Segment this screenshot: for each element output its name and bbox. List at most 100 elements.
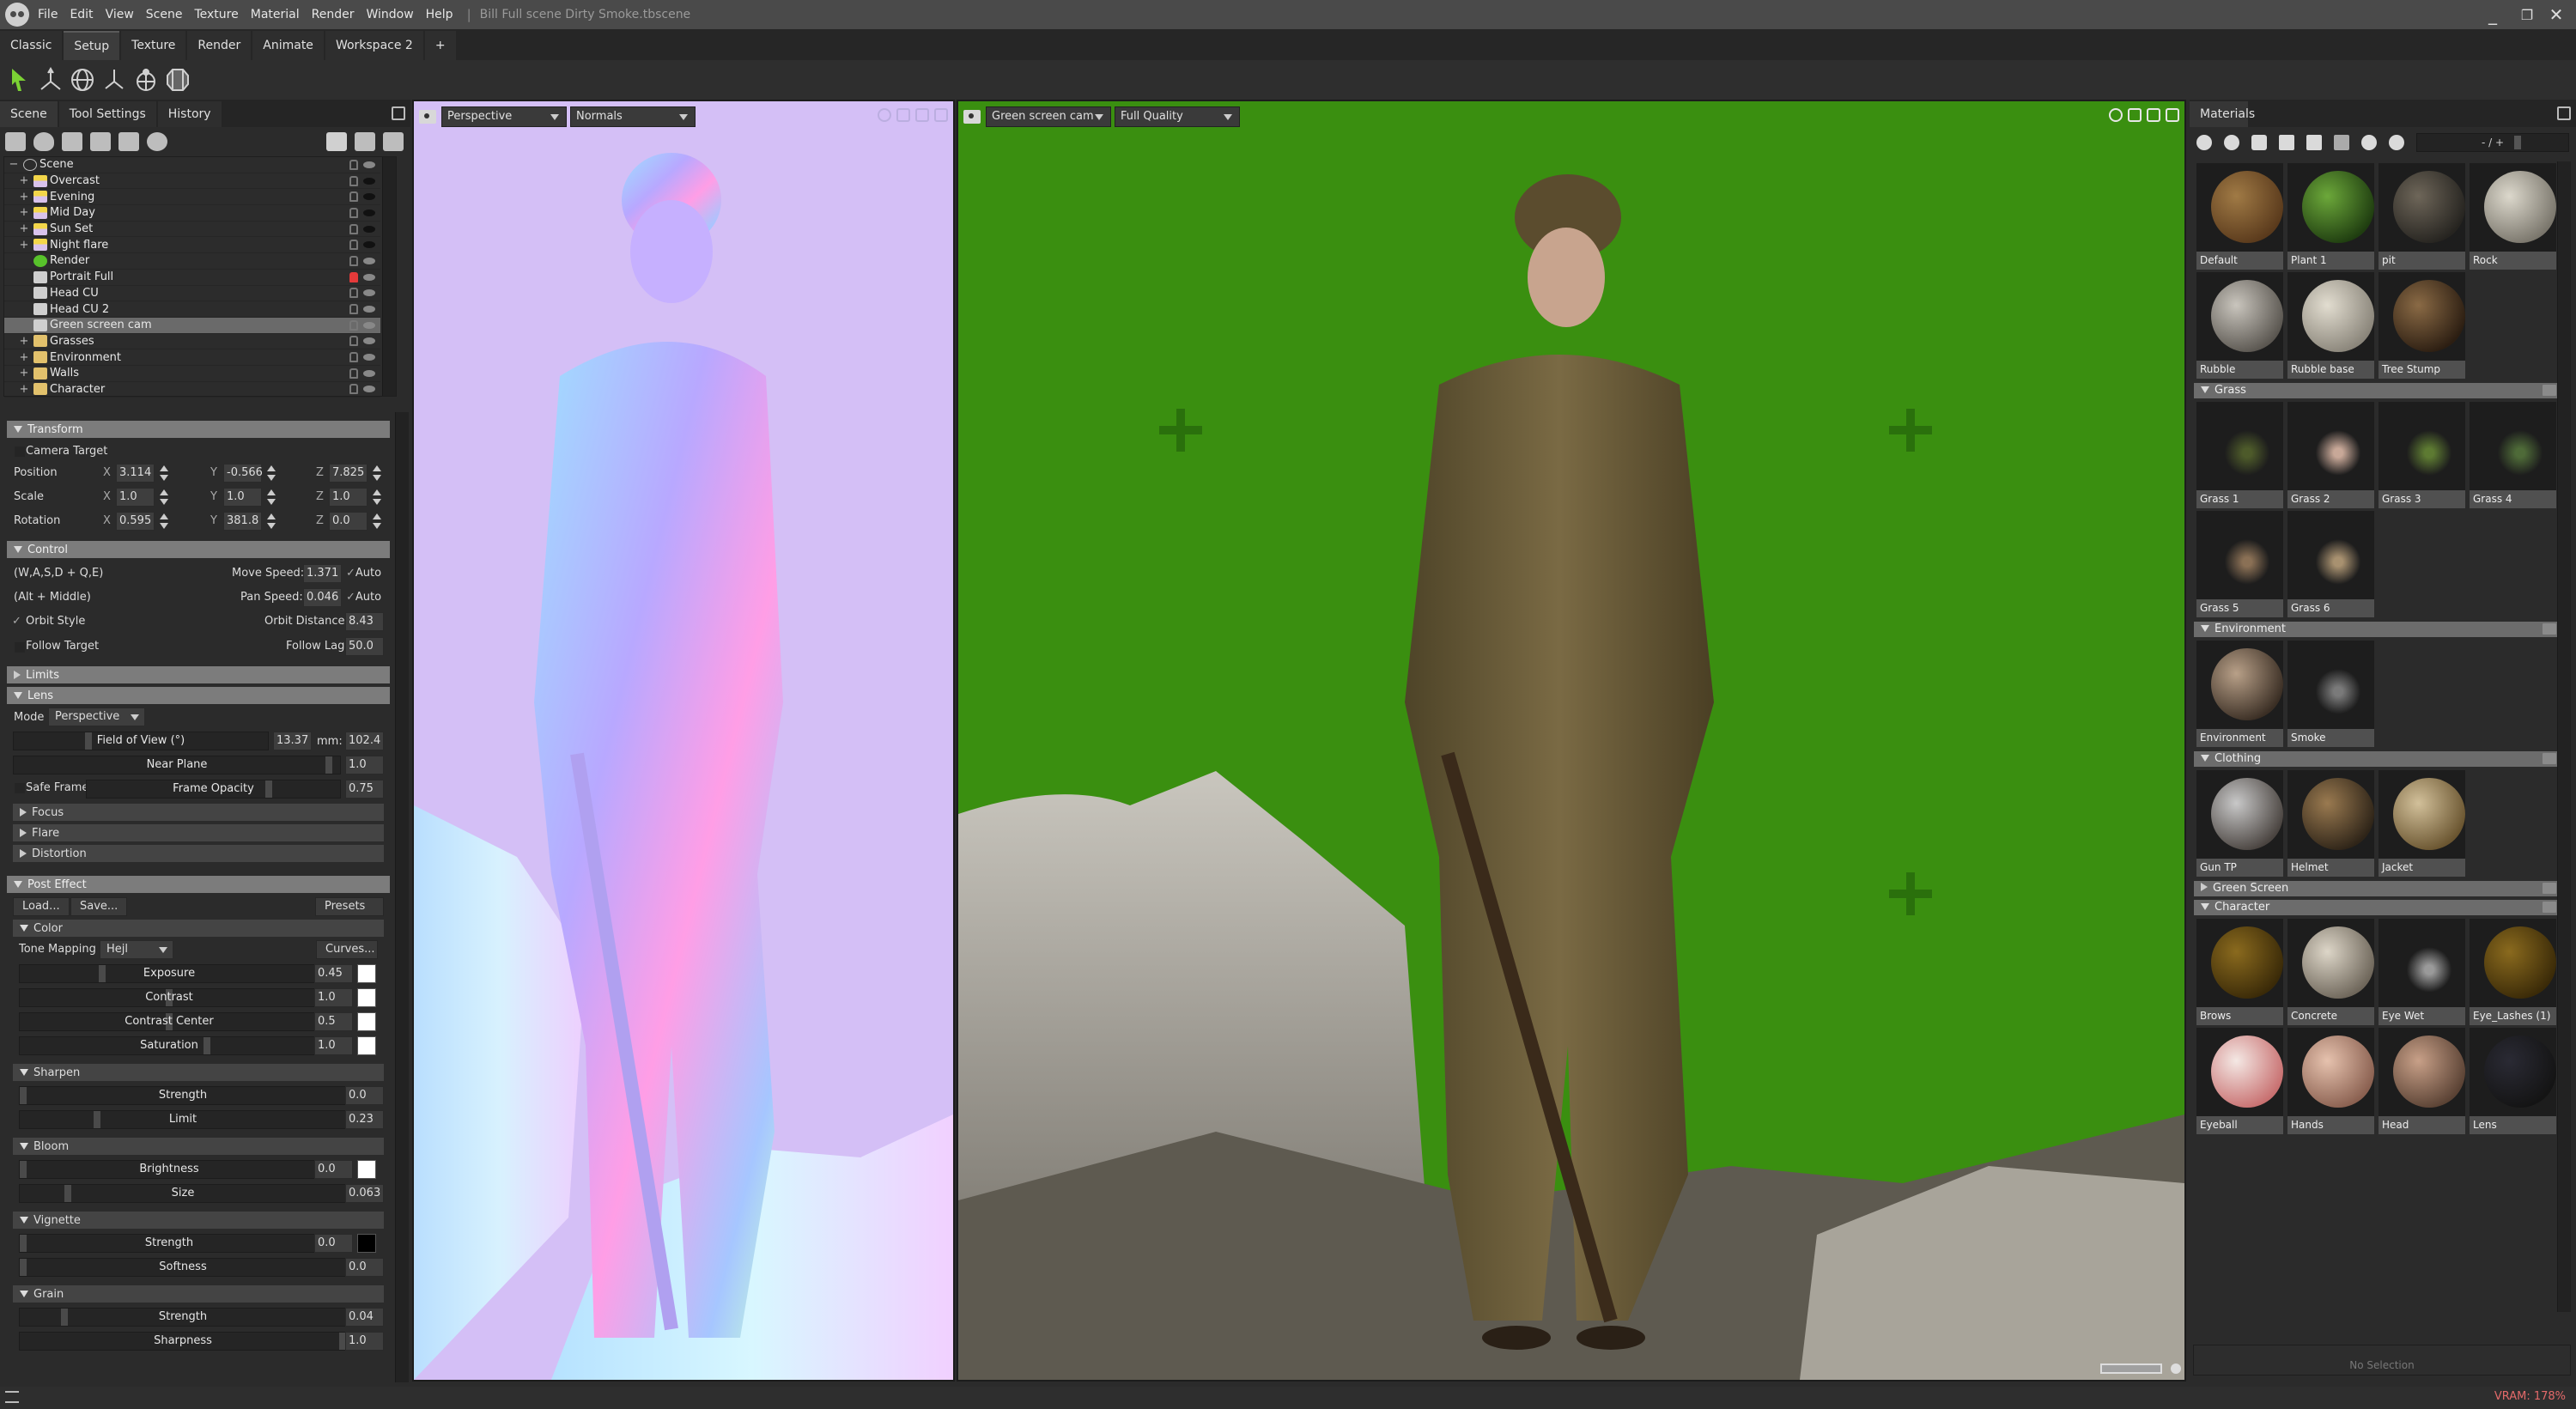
workspace-tab-render[interactable]: Render xyxy=(187,31,252,60)
add-light-icon[interactable] xyxy=(33,132,54,151)
brightness-slider[interactable]: Brightness xyxy=(19,1160,319,1179)
material-group-clothing[interactable]: Clothing xyxy=(2194,751,2560,767)
scene-tree-item[interactable]: + Sun Set xyxy=(4,222,380,238)
folder-icon[interactable] xyxy=(2543,623,2556,635)
tab-scene[interactable]: Scene xyxy=(0,101,58,127)
material-thumbnail[interactable]: Tree Stump xyxy=(2379,272,2465,379)
material-thumbnail[interactable]: Lens xyxy=(2470,1028,2556,1134)
exposure-slider[interactable]: Exposure xyxy=(19,964,319,983)
tab-tool-settings[interactable]: Tool Settings xyxy=(58,101,156,127)
duplicate-material-icon[interactable] xyxy=(2224,135,2239,150)
material-thumbnail[interactable]: Smoke xyxy=(2287,641,2374,747)
folder-icon[interactable] xyxy=(2543,902,2556,913)
rotation-z-spinner[interactable] xyxy=(373,513,381,529)
visible-eye-icon[interactable] xyxy=(363,386,375,393)
visible-eye-icon[interactable] xyxy=(363,289,375,297)
move-speed-auto-checkbox[interactable]: ✓Auto xyxy=(346,567,381,580)
limit-field[interactable]: 0.23 xyxy=(345,1110,384,1129)
color-subsection-header[interactable]: Color xyxy=(13,920,384,937)
curves-button[interactable]: Curves... xyxy=(316,940,378,959)
material-thumbnail[interactable]: Grass 4 xyxy=(2470,402,2556,508)
select-arrow-icon[interactable] xyxy=(5,65,33,94)
material-thumbnail[interactable]: Hands xyxy=(2287,1028,2374,1134)
near-plane-slider[interactable]: Near Plane xyxy=(13,756,341,774)
slider-knob[interactable] xyxy=(20,1235,27,1252)
load-preset-button[interactable]: Load... xyxy=(13,897,70,916)
material-thumbnail[interactable]: Grass 5 xyxy=(2196,511,2283,617)
color-swatch[interactable] xyxy=(357,1234,376,1253)
color-swatch[interactable] xyxy=(357,964,376,983)
scale-y-spinner[interactable] xyxy=(267,489,276,505)
unlocked-icon[interactable] xyxy=(349,191,358,203)
material-thumbnail[interactable]: Jacket xyxy=(2379,770,2465,877)
visible-eye-icon[interactable] xyxy=(363,161,375,168)
saturation-field[interactable]: 1.0 xyxy=(314,1036,353,1055)
limit-slider[interactable]: Limit xyxy=(19,1110,347,1129)
frame-opacity-field[interactable]: 0.75 xyxy=(345,780,384,799)
sharpen-subsection-header[interactable]: Sharpen xyxy=(13,1064,384,1081)
checker-material-icon[interactable] xyxy=(2251,135,2267,150)
sharpness-field[interactable]: 1.0 xyxy=(345,1332,384,1351)
move-speed-field[interactable]: 1.371 xyxy=(303,564,342,583)
scene-tree-item[interactable]: Portrait Full xyxy=(4,270,380,286)
thumbnail-size-slider[interactable]: - / + xyxy=(2416,133,2569,152)
close-button[interactable]: ✕ xyxy=(2537,0,2576,29)
unlocked-icon[interactable] xyxy=(349,240,358,251)
delete-icon[interactable] xyxy=(383,132,404,151)
properties-scrollbar[interactable] xyxy=(395,412,409,1382)
contrast-center-field[interactable]: 0.5 xyxy=(314,1012,353,1031)
menu-window[interactable]: Window xyxy=(366,8,413,21)
material-thumbnail[interactable]: Environment xyxy=(2196,641,2283,747)
expand-toggle[interactable]: + xyxy=(15,367,33,380)
position-x-field[interactable]: 3.114 xyxy=(116,464,155,483)
contrast-center-slider[interactable]: Contrast Center xyxy=(19,1012,319,1031)
material-group-environment[interactable]: Environment xyxy=(2194,622,2560,637)
unlocked-icon[interactable] xyxy=(349,304,358,315)
viewport-settings-icon[interactable] xyxy=(2109,108,2123,122)
viewport-render[interactable]: Green screen cam Full Quality xyxy=(957,100,2186,1382)
fov-slider-knob[interactable] xyxy=(84,732,92,750)
unlocked-icon[interactable] xyxy=(349,175,358,186)
slider-knob[interactable] xyxy=(64,1185,72,1202)
material-thumbnail[interactable]: Rubble xyxy=(2196,272,2283,379)
material-thumbnail[interactable]: Grass 2 xyxy=(2287,402,2374,508)
scene-tree-item[interactable]: Render xyxy=(4,253,380,270)
camera-icon[interactable] xyxy=(419,110,436,124)
maximize-viewport-icon[interactable] xyxy=(2147,108,2160,122)
unlocked-icon[interactable] xyxy=(349,223,358,234)
locked-icon[interactable] xyxy=(349,271,358,282)
expand-toggle[interactable]: + xyxy=(15,191,33,203)
expand-toggle[interactable]: + xyxy=(15,351,33,364)
saturation-slider[interactable]: Saturation xyxy=(19,1036,319,1055)
limits-section-header[interactable]: Limits xyxy=(7,666,390,683)
unlocked-icon[interactable] xyxy=(349,367,358,379)
duplicate-icon[interactable] xyxy=(355,132,375,151)
viewport-camera-dropdown[interactable]: Perspective xyxy=(441,106,567,127)
translate-gizmo-icon[interactable] xyxy=(37,65,64,94)
rotation-z-field[interactable]: 0.0 xyxy=(329,512,368,531)
material-thumbnail[interactable]: Helmet xyxy=(2287,770,2374,877)
color-swatch[interactable] xyxy=(357,988,376,1007)
folder-icon[interactable] xyxy=(2543,385,2556,396)
presets-menu-button[interactable]: Presets ≡▾ xyxy=(315,897,384,929)
position-z-field[interactable]: 7.825 xyxy=(329,464,368,483)
bloom-subsection-header[interactable]: Bloom xyxy=(13,1138,384,1155)
split-viewport-icon[interactable] xyxy=(896,108,910,122)
bounds-gizmo-icon[interactable] xyxy=(164,65,191,94)
softness-slider[interactable]: Softness xyxy=(19,1258,347,1277)
scene-tree-item[interactable]: + Night flare xyxy=(4,237,380,254)
rotate-gizmo-icon[interactable] xyxy=(69,65,96,94)
rotation-x-field[interactable]: 0.595 xyxy=(116,512,155,531)
tab-history[interactable]: History xyxy=(157,101,222,127)
add-workspace-button[interactable]: + xyxy=(424,31,456,60)
tab-materials[interactable]: Materials xyxy=(2190,101,2255,127)
material-thumbnail[interactable]: Grass 6 xyxy=(2287,511,2374,617)
visible-eye-icon[interactable] xyxy=(363,321,375,329)
viewport-view-mode-dropdown[interactable]: Normals xyxy=(570,106,696,127)
expand-toggle[interactable]: + xyxy=(15,335,33,348)
material-thumbnail[interactable]: Rock xyxy=(2470,163,2556,270)
tone-mapping-dropdown[interactable]: Hejl xyxy=(100,940,173,959)
fov-field[interactable]: 13.37 xyxy=(273,732,312,750)
visible-eye-icon[interactable] xyxy=(363,257,375,264)
menu-render[interactable]: Render xyxy=(312,8,355,21)
